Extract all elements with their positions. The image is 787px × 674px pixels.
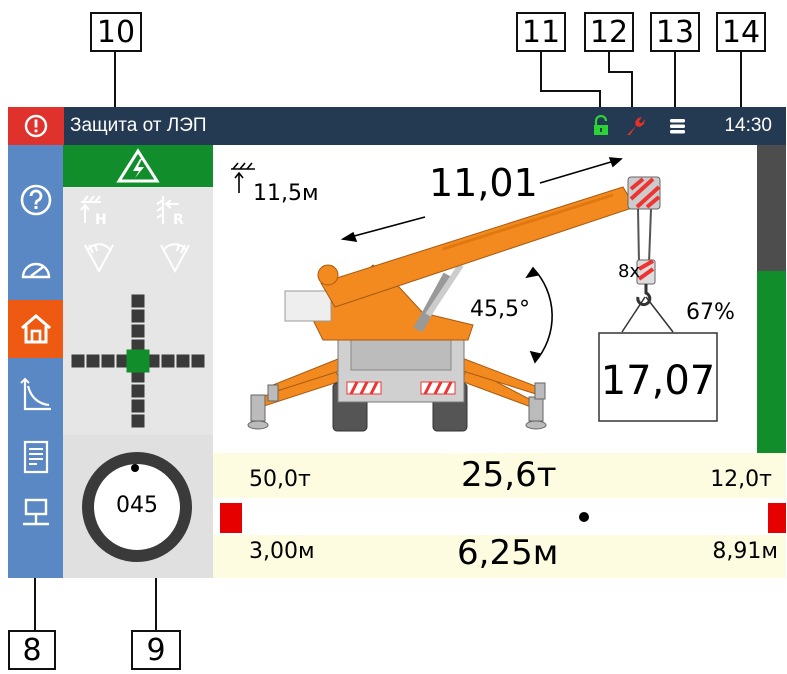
document-icon — [23, 440, 48, 474]
height-value: 11,5м — [253, 181, 319, 206]
boom-length-value: 11,01 — [429, 161, 538, 205]
height-limit-button[interactable]: H — [63, 190, 135, 230]
angle-limit-left-button[interactable] — [63, 237, 135, 277]
leader-12 — [608, 52, 633, 110]
sidebar-item-help[interactable] — [8, 171, 63, 229]
boom-head — [627, 176, 661, 210]
slew-indicator: 045 — [63, 435, 213, 578]
level-cell-horizontal — [101, 354, 115, 368]
level-cell-vertical — [131, 384, 145, 398]
sidebar-item-documents[interactable] — [8, 428, 63, 486]
boom-angle-value: 45,5° — [470, 297, 530, 322]
radius-limit-icon: R — [156, 196, 184, 228]
screen-title: Защита от ЛЭП — [70, 115, 207, 136]
crane-view: 11,5м 11,01 45,5° 8x 67% 17,07 — [213, 145, 757, 453]
callout-8: 8 — [8, 630, 56, 670]
level-cell-vertical — [131, 324, 145, 338]
level-cell-horizontal — [161, 354, 175, 368]
level-cross — [71, 294, 205, 428]
level-cell-horizontal — [86, 354, 100, 368]
max-radius-value: 8,91м — [712, 539, 778, 564]
radius-limit-button[interactable]: R — [139, 190, 211, 230]
radius-scale — [213, 498, 786, 535]
sidebar-item-gauge[interactable] — [8, 240, 63, 298]
level-cell-center — [126, 349, 150, 373]
height-limit-icon: H — [80, 195, 107, 228]
height-icon — [231, 162, 255, 193]
menu-lines-icon[interactable] — [667, 115, 689, 137]
radius-min-marker — [220, 503, 242, 533]
level-cell-vertical — [131, 414, 145, 428]
leader-11 — [540, 52, 601, 110]
counterweight — [284, 290, 332, 322]
sidebar — [8, 145, 63, 578]
wrench-icon[interactable] — [624, 115, 646, 137]
power-line-protection-indicator[interactable] — [63, 145, 213, 187]
current-capacity-value: 25,6т — [461, 455, 557, 495]
reeving-value: 8x — [618, 261, 641, 282]
load-percent-value: 67% — [686, 300, 735, 325]
load-value: 17,07 — [600, 358, 716, 404]
load-bar — [757, 145, 786, 453]
sidebar-item-load-chart[interactable] — [8, 365, 63, 423]
capacity-radius-panel: 50,0т 25,6т 12,0т 3,00м 6,25м 8,91м — [213, 453, 786, 578]
sidebar-item-network[interactable] — [8, 485, 63, 543]
chart-curve-icon — [19, 377, 51, 411]
level-indicator — [63, 291, 213, 433]
sidebar-item-home[interactable] — [8, 300, 63, 358]
callout-9: 9 — [131, 630, 181, 670]
level-cell-horizontal — [191, 354, 205, 368]
current-radius-value: 6,25м — [457, 533, 559, 573]
slew-value: 045 — [116, 493, 158, 518]
min-capacity-value: 12,0т — [710, 467, 772, 492]
gauge-icon — [21, 262, 50, 279]
level-cell-horizontal — [71, 354, 85, 368]
clock: 14:30 — [724, 115, 772, 136]
max-capacity-value: 50,0т — [249, 467, 311, 492]
radius-marker — [579, 512, 589, 522]
level-cell-vertical — [131, 294, 145, 308]
lock-open-icon[interactable] — [591, 115, 613, 137]
level-cell-vertical — [131, 309, 145, 323]
angle-limit-left-icon — [84, 243, 114, 274]
help-icon — [20, 184, 51, 216]
min-radius-value: 3,00м — [249, 539, 315, 564]
boom — [320, 186, 636, 308]
angle-arc — [525, 266, 553, 364]
radius-max-marker — [768, 503, 786, 533]
angle-limit-right-button[interactable] — [139, 237, 211, 277]
slew-position-dot — [131, 464, 139, 472]
top-status-bar: Защита от ЛЭП 14:30 — [8, 107, 786, 145]
level-cell-vertical — [131, 399, 145, 413]
svg-text:H: H — [95, 212, 107, 228]
high-voltage-icon — [116, 148, 160, 183]
network-icon — [22, 498, 49, 526]
svg-text:R: R — [173, 212, 184, 228]
load-bar-fill — [757, 271, 786, 453]
left-panel: H R 045 — [63, 145, 213, 578]
home-icon — [20, 314, 51, 344]
angle-limit-right-icon — [160, 243, 190, 274]
alert-circle-icon — [24, 114, 48, 138]
level-cell-horizontal — [176, 354, 190, 368]
alarm-button[interactable] — [8, 107, 64, 145]
